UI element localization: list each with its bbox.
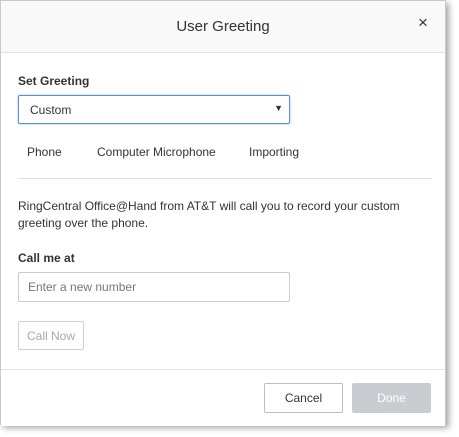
- dialog-title: User Greeting: [176, 18, 270, 35]
- dialog-header: User Greeting ×: [1, 1, 445, 53]
- call-now-button[interactable]: Call Now: [18, 321, 84, 350]
- user-greeting-dialog: User Greeting × Set Greeting Custom ▼ Ph…: [0, 0, 446, 426]
- caret-down-icon: ▼: [274, 103, 283, 113]
- phone-record-description: RingCentral Office@Hand from AT&T will c…: [18, 199, 400, 230]
- set-greeting-label: Set Greeting: [18, 74, 90, 88]
- greeting-source-tabs: Phone Computer Microphone Importing: [18, 139, 432, 179]
- call-me-at-label: Call me at: [18, 251, 75, 265]
- tab-computer-microphone[interactable]: Computer Microphone: [97, 145, 216, 159]
- cancel-button[interactable]: Cancel: [264, 383, 343, 413]
- done-button[interactable]: Done: [352, 383, 431, 413]
- greeting-type-select[interactable]: Custom ▼: [18, 95, 290, 124]
- tab-importing[interactable]: Importing: [249, 145, 299, 159]
- tab-phone[interactable]: Phone: [27, 145, 62, 159]
- close-icon[interactable]: ×: [415, 14, 431, 31]
- greeting-type-value: Custom: [30, 103, 72, 117]
- phone-number-input[interactable]: [18, 272, 290, 302]
